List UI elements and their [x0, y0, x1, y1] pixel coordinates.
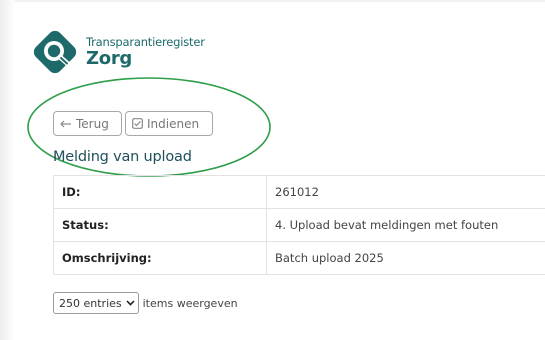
detail-label-status: Status: [53, 208, 267, 242]
entries-selected-value: 250 entries [59, 296, 122, 310]
chevron-down-icon [126, 300, 135, 306]
top-border [0, 0, 545, 2]
detail-label-description: Omschrijving: [53, 241, 267, 275]
table-row: Omschrijving: Batch upload 2025 [53, 241, 545, 275]
detail-value-status: 4. Upload bevat meldingen met fouten [266, 208, 545, 242]
table-row: Status: 4. Upload bevat meldingen met fo… [53, 208, 545, 242]
page-title: Melding van upload [53, 149, 192, 165]
detail-value-description: Batch upload 2025 [266, 241, 545, 275]
entries-label: items weergeven [142, 296, 238, 310]
brand-name-line2: Zorg [86, 48, 132, 69]
logo-icon [30, 28, 82, 78]
entries-control: 250 entries items weergeven [53, 292, 238, 314]
entries-per-page-select[interactable]: 250 entries [53, 292, 139, 314]
brand-wordmark[interactable]: Transparantieregister Zorg [86, 36, 205, 69]
table-row: ID: 261012 [53, 175, 545, 209]
upload-details-table: ID: 261012 Status: 4. Upload bevat meldi… [53, 175, 545, 275]
left-edge [0, 0, 15, 340]
detail-label-id: ID: [53, 175, 267, 209]
detail-value-id: 261012 [266, 175, 545, 209]
